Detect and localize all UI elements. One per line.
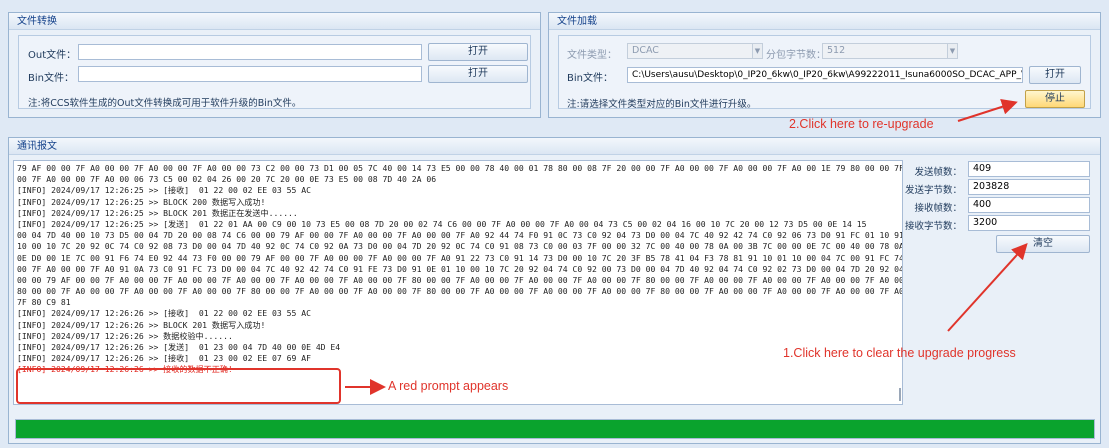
arrow-to-stop-button	[957, 99, 1018, 122]
annotation-arrows	[345, 99, 1028, 395]
arrow-to-clear-button	[947, 243, 1028, 332]
